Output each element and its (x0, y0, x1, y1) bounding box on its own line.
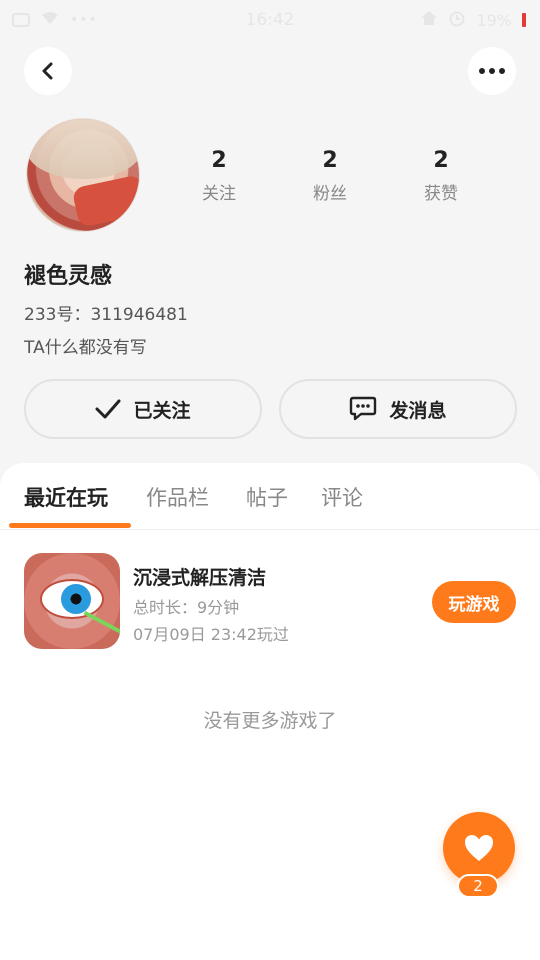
send-message-label: 发消息 (389, 399, 447, 422)
stat-followers-count: 2 (322, 148, 338, 173)
active-tab-indicator (9, 523, 131, 528)
chevron-left-icon (42, 62, 53, 80)
tab-posts[interactable]: 帖子 (246, 482, 288, 512)
game-duration: 总时长：9分钟 (133, 598, 240, 617)
game-thumbnail[interactable] (24, 553, 120, 649)
like-count-badge: 2 (457, 874, 499, 898)
bio: TA什么都没有写 (24, 338, 147, 358)
stat-likes[interactable]: 2 获赞 (396, 148, 486, 204)
back-button[interactable] (24, 47, 72, 95)
followed-label: 已关注 (133, 399, 191, 422)
alarm-icon (448, 9, 466, 31)
tab-bar: 最近在玩 作品栏 帖子 评论 (0, 463, 540, 530)
stat-followers[interactable]: 2 粉丝 (285, 148, 375, 204)
list-item[interactable]: 沉浸式解压清洁 总时长：9分钟 07月09日 23:42玩过 玩游戏 (0, 553, 540, 651)
battery-percent: 19% (476, 10, 512, 30)
stat-likes-label: 获赞 (424, 184, 458, 204)
game-last-played: 07月09日 23:42玩过 (133, 625, 289, 644)
stat-following-label: 关注 (202, 184, 236, 204)
stat-followers-label: 粉丝 (313, 184, 347, 204)
tab-comments[interactable]: 评论 (321, 482, 363, 512)
status-bar: ••• 16:42 19% (0, 0, 540, 40)
stat-following[interactable]: 2 关注 (174, 148, 264, 204)
check-icon (95, 399, 121, 419)
more-button[interactable] (468, 47, 516, 95)
stat-likes-count: 2 (433, 148, 449, 173)
game-title[interactable]: 沉浸式解压清洁 (133, 563, 266, 590)
user-id: 233号：311946481 (24, 300, 188, 325)
tab-recently-played[interactable]: 最近在玩 (24, 482, 108, 512)
home-icon (420, 10, 438, 30)
play-game-button[interactable]: 玩游戏 (432, 581, 516, 623)
username: 褪色灵感 (24, 264, 113, 289)
more-dots-icon (479, 68, 505, 74)
message-icon (350, 396, 377, 421)
tab-works[interactable]: 作品栏 (146, 482, 209, 512)
battery-icon (522, 13, 526, 27)
stat-following-count: 2 (211, 148, 227, 173)
avatar[interactable] (26, 118, 140, 232)
send-message-button[interactable]: 发消息 (279, 379, 517, 439)
user-id-label: 233号： (24, 305, 91, 325)
no-more-games-text: 没有更多游戏了 (203, 710, 337, 732)
heart-icon (465, 835, 493, 861)
user-id-value: 311946481 (90, 305, 188, 325)
followed-button[interactable]: 已关注 (24, 379, 262, 439)
